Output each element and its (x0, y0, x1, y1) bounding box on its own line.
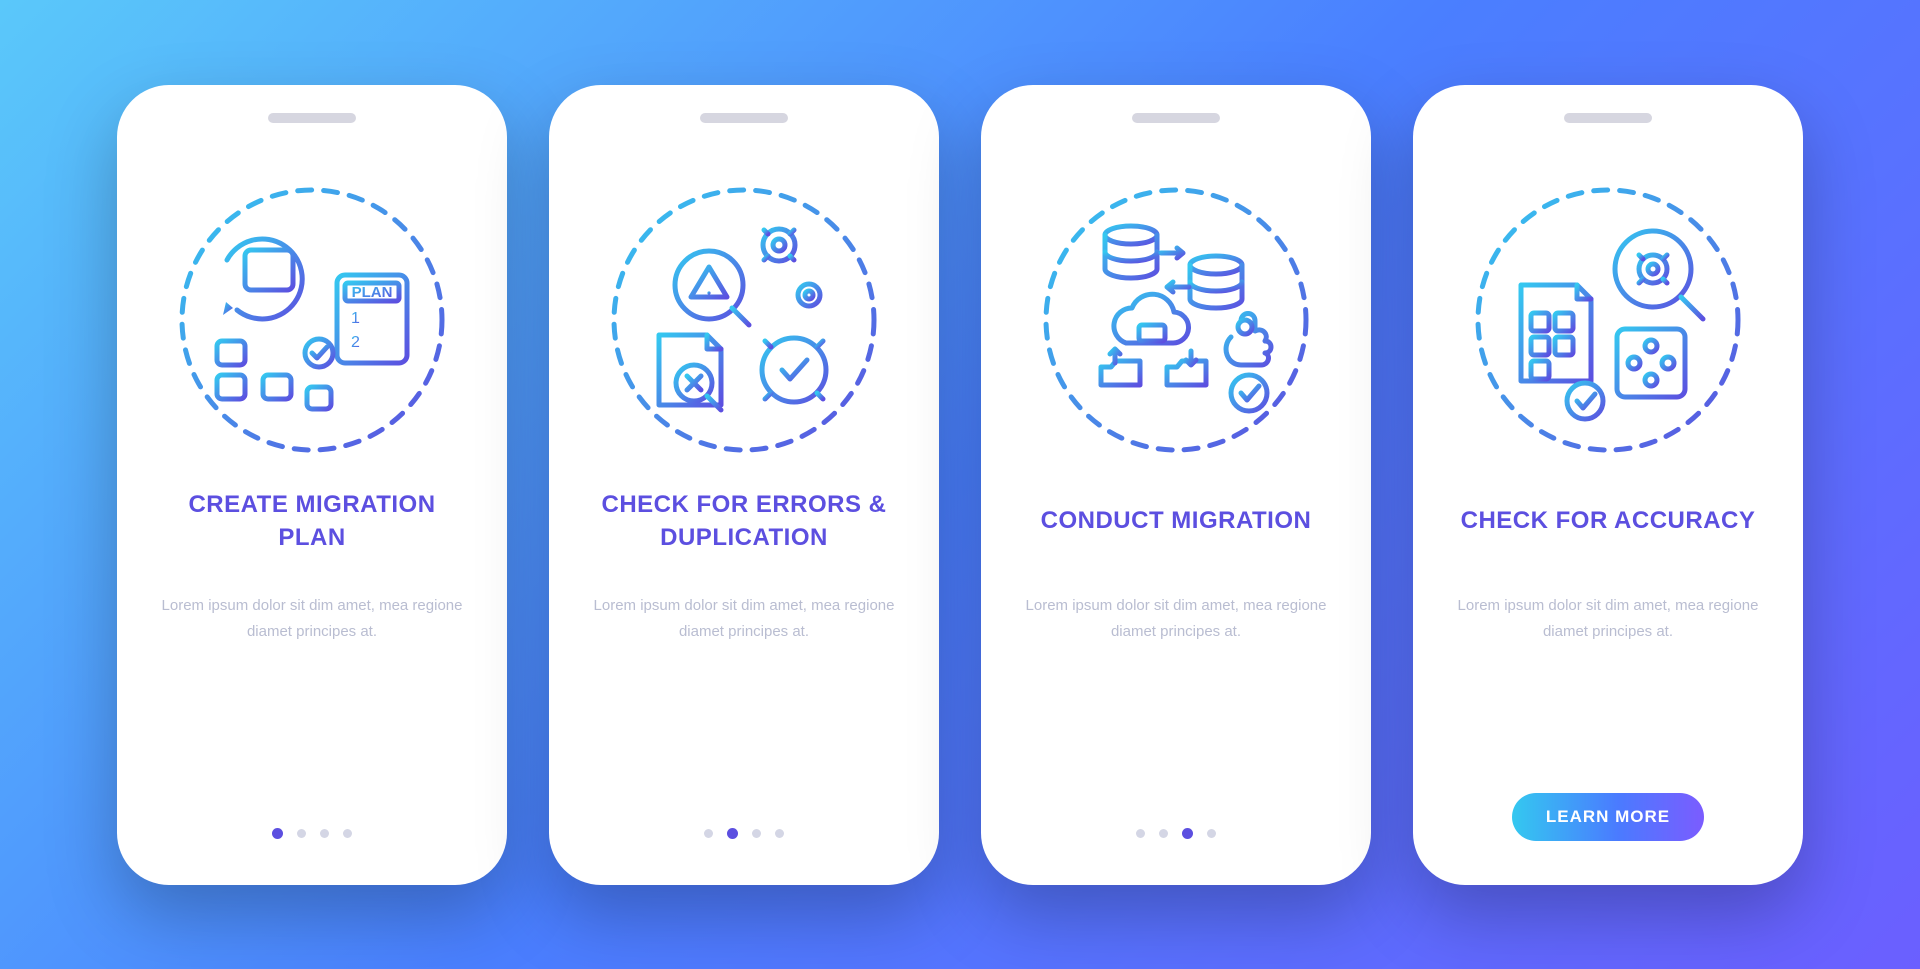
page-dot[interactable] (1207, 829, 1216, 838)
page-dots (1136, 828, 1216, 839)
phone-notch (268, 113, 356, 123)
onboarding-screen-1: PLAN 1 2 CREATE MIGRATION PLAN Lorem ips… (117, 85, 507, 885)
onboarding-body: Lorem ipsum dolor sit dim amet, mea regi… (585, 593, 903, 713)
page-dot[interactable] (343, 829, 352, 838)
onboarding-title: CHECK FOR ERRORS & DUPLICATION (585, 485, 903, 559)
onboarding-title: CONDUCT MIGRATION (1031, 485, 1322, 559)
onboarding-title: CHECK FOR ACCURACY (1451, 485, 1766, 559)
page-dots (704, 828, 784, 839)
phone-notch (700, 113, 788, 123)
onboarding-title: CREATE MIGRATION PLAN (153, 485, 471, 559)
page-dot[interactable] (752, 829, 761, 838)
svg-text:PLAN: PLAN (352, 284, 393, 301)
onboarding-body: Lorem ipsum dolor sit dim amet, mea regi… (153, 593, 471, 713)
onboarding-body: Lorem ipsum dolor sit dim amet, mea regi… (1449, 593, 1767, 713)
page-dot[interactable] (704, 829, 713, 838)
onboarding-screen-3: CONDUCT MIGRATION Lorem ipsum dolor sit … (981, 85, 1371, 885)
page-dot[interactable] (727, 828, 738, 839)
conduct-icon (1031, 175, 1321, 465)
page-dots (272, 828, 352, 839)
errors-icon (599, 175, 889, 465)
accuracy-icon (1463, 175, 1753, 465)
phone-notch (1564, 113, 1652, 123)
onboarding-screen-4: CHECK FOR ACCURACY Lorem ipsum dolor sit… (1413, 85, 1803, 885)
onboarding-screen-2: CHECK FOR ERRORS & DUPLICATION Lorem ips… (549, 85, 939, 885)
page-dot[interactable] (1136, 829, 1145, 838)
svg-text:2: 2 (351, 334, 360, 351)
phone-notch (1132, 113, 1220, 123)
page-dot[interactable] (775, 829, 784, 838)
onboarding-body: Lorem ipsum dolor sit dim amet, mea regi… (1017, 593, 1335, 713)
svg-text:1: 1 (351, 310, 360, 327)
page-dot[interactable] (320, 829, 329, 838)
page-dot[interactable] (272, 828, 283, 839)
page-dot[interactable] (1182, 828, 1193, 839)
page-dot[interactable] (1159, 829, 1168, 838)
plan-icon: PLAN 1 2 (167, 175, 457, 465)
learn-more-button[interactable]: LEARN MORE (1512, 793, 1704, 841)
page-dot[interactable] (297, 829, 306, 838)
